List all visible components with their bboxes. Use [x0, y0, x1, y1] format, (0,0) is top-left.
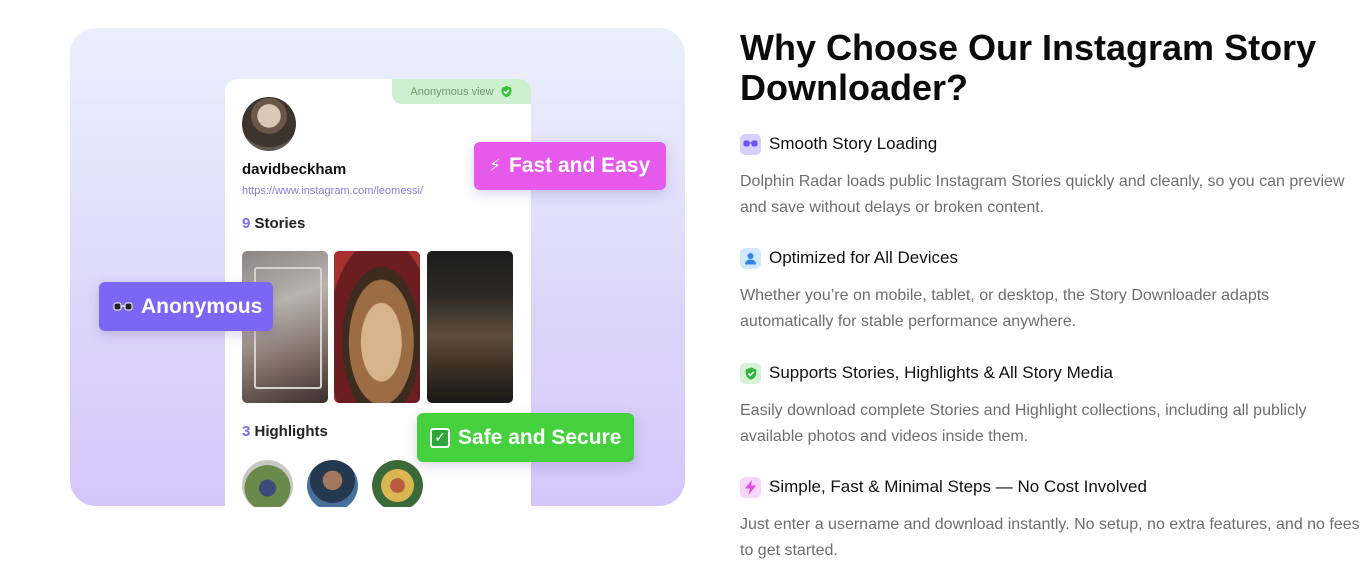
story-thumbnail: [334, 251, 420, 403]
fast-easy-badge: ⚡ Fast and Easy: [474, 142, 666, 190]
fast-easy-label: Fast and Easy: [508, 154, 651, 177]
story-thumbnail: [427, 251, 513, 403]
feature-description: Dolphin Radar loads public Instagram Sto…: [740, 173, 1345, 216]
safe-secure-badge: ✓ Safe and Secure: [417, 413, 634, 462]
feature-heading: Smooth Story Loading: [769, 134, 938, 153]
anonymous-view-tag: Anonymous view: [392, 79, 531, 104]
highlight-avatar: [307, 460, 358, 507]
stories-heading: 9 Stories: [242, 215, 305, 232]
lightning-icon: ⚡: [489, 156, 501, 175]
lightning-icon: [740, 476, 761, 498]
glasses-icon: [740, 133, 761, 155]
feature-item: Supports Stories, Highlights & All Story…: [740, 362, 1365, 450]
user-icon: [740, 247, 761, 269]
feature-heading: Supports Stories, Highlights & All Story…: [769, 363, 1113, 382]
profile-username: davidbeckham: [242, 161, 347, 178]
highlights-label: Highlights: [250, 423, 328, 440]
anonymous-label: Anonymous: [141, 294, 263, 318]
feature-heading: Simple, Fast & Minimal Steps — No Cost I…: [769, 477, 1147, 496]
feature-item: Simple, Fast & Minimal Steps — No Cost I…: [740, 476, 1365, 564]
profile-link: https://www.instagram.com/leomessi/: [242, 185, 423, 197]
anonymous-badge: Anonymous: [99, 282, 273, 331]
feature-item: Optimized for All Devices Whether you’re…: [740, 247, 1365, 335]
feature-description: Easily download complete Stories and Hig…: [740, 402, 1307, 445]
feature-description: Whether you’re on mobile, tablet, or des…: [740, 287, 1270, 330]
safe-secure-label: Safe and Secure: [458, 425, 622, 449]
shield-check-icon: [501, 85, 511, 98]
feature-item: Smooth Story Loading Dolphin Radar loads…: [740, 133, 1365, 221]
highlights-heading: 3 Highlights: [242, 423, 328, 440]
shield-check-icon: [740, 362, 761, 384]
feature-heading: Optimized for All Devices: [769, 248, 958, 267]
highlight-avatar: [372, 460, 423, 507]
anonymous-view-label: Anonymous view: [410, 85, 494, 98]
section-title: Why Choose Our Instagram Story Downloade…: [740, 27, 1317, 108]
profile-avatar: [242, 97, 296, 151]
highlight-avatar: [242, 460, 293, 507]
feature-description: Just enter a username and download insta…: [740, 516, 1360, 559]
checkbox-icon: ✓: [430, 427, 450, 448]
stories-label: Stories: [250, 215, 306, 232]
glasses-icon: [113, 302, 133, 310]
